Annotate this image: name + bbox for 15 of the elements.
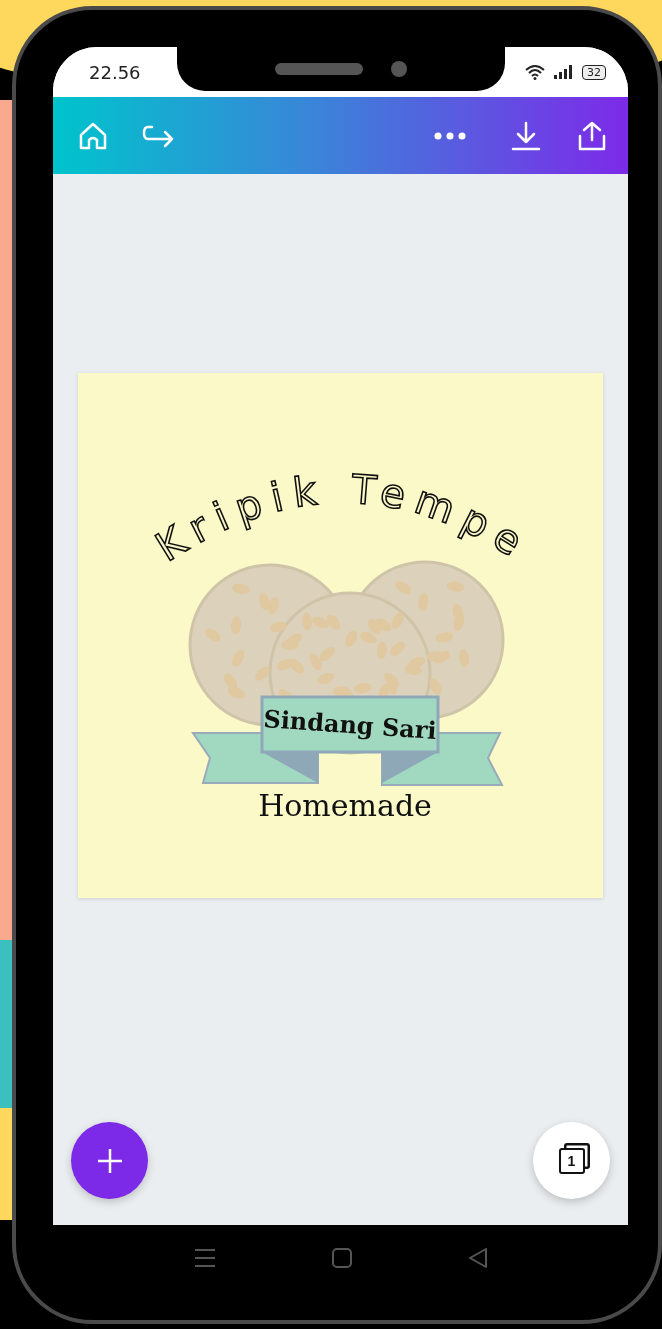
pages-button[interactable]: 1 — [533, 1122, 610, 1199]
share-icon — [576, 119, 608, 152]
more-icon — [434, 130, 466, 141]
design-subtitle: Homemade — [258, 788, 432, 823]
home-square-icon[interactable] — [331, 1247, 352, 1268]
download-icon — [510, 119, 542, 152]
ribbon-text: Sindang Sari — [262, 704, 438, 745]
status-time: 22.56 — [89, 61, 141, 83]
menu-icon[interactable] — [193, 1247, 216, 1268]
back-icon[interactable] — [467, 1246, 488, 1269]
wifi-icon — [524, 64, 546, 80]
signal-icon — [554, 65, 574, 79]
battery-indicator: 32 — [582, 64, 606, 80]
add-button[interactable] — [71, 1122, 148, 1199]
plus-icon — [95, 1146, 124, 1175]
